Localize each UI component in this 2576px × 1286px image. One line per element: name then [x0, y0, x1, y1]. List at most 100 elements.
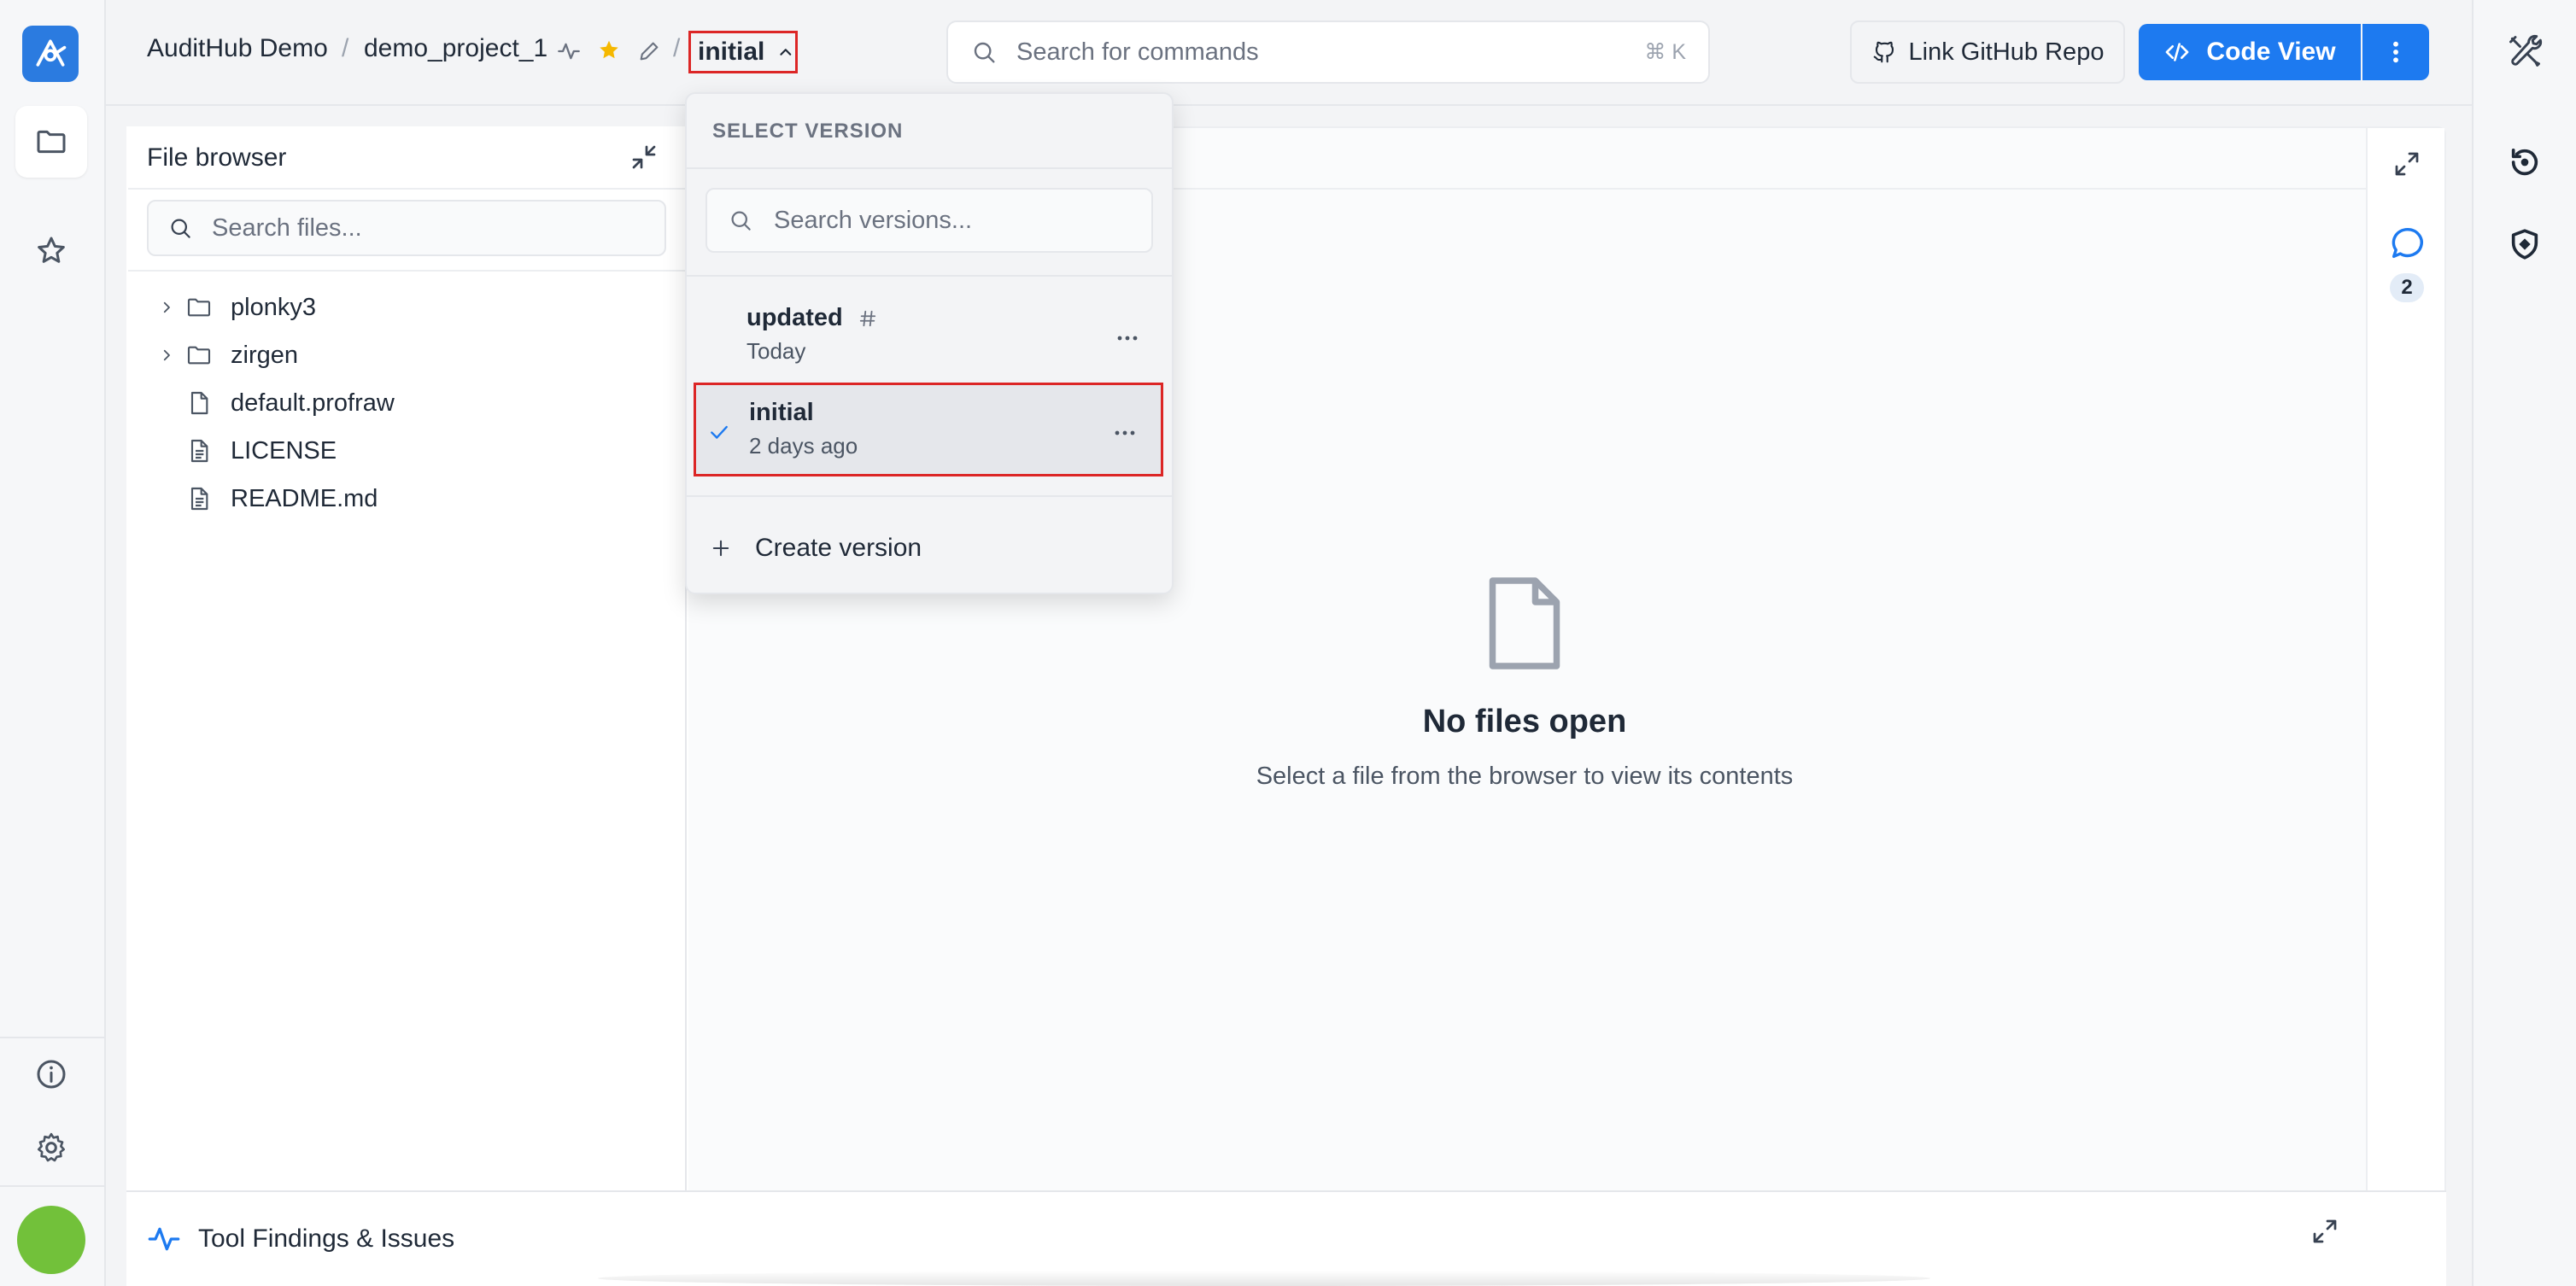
tree-item-plonky3[interactable]: plonky3	[154, 287, 316, 328]
chevron-up-icon	[780, 49, 792, 56]
version-selector-button[interactable]: initial	[688, 31, 798, 73]
divider	[128, 270, 687, 272]
file-icon	[179, 389, 219, 417]
version-item-updated[interactable]: updated Today	[694, 290, 1163, 384]
code-view-button[interactable]: Code View	[2139, 24, 2361, 80]
divider	[128, 188, 687, 190]
rail-files-button[interactable]	[15, 106, 87, 178]
history-button[interactable]	[2491, 128, 2559, 196]
star-outline-icon	[38, 237, 65, 263]
comment-icon	[2392, 227, 2423, 259]
version-date: Today	[746, 338, 806, 364]
collapse-panel-button[interactable]	[629, 142, 659, 172]
version-name: updated	[746, 304, 843, 331]
link-github-label: Link GitHub Repo	[1908, 38, 2105, 66]
empty-state-subtitle: Select a file from the browser to view i…	[1256, 763, 1794, 790]
tree-item-label: default.profraw	[231, 389, 395, 417]
more-horizontal-icon	[1115, 430, 1135, 435]
shield-icon	[2511, 229, 2538, 260]
collapse-icon	[632, 145, 656, 169]
command-search-placeholder: Search for commands	[1016, 38, 1259, 66]
search-icon	[731, 211, 751, 231]
tools-icon	[2509, 34, 2543, 67]
version-name: initial	[749, 399, 814, 426]
version-dropdown-header: SELECT VERSION	[712, 120, 904, 143]
code-icon	[2166, 43, 2189, 61]
more-horizontal-icon	[1117, 336, 1138, 341]
rail-favorites-button[interactable]	[15, 215, 87, 287]
empty-file-icon	[1489, 577, 1560, 669]
favorite-star-icon[interactable]	[596, 38, 622, 63]
tree-item-default-profraw[interactable]: default.profraw	[154, 383, 395, 424]
create-version-label: Create version	[755, 534, 922, 562]
version-more-button[interactable]	[1110, 321, 1145, 355]
empty-state: No files open Select a file from the bro…	[1162, 572, 1888, 791]
version-more-button[interactable]	[1108, 416, 1142, 450]
rail-divider	[0, 1185, 106, 1187]
search-icon	[171, 219, 190, 238]
info-icon	[37, 1060, 66, 1089]
comments-button[interactable]	[2388, 224, 2427, 263]
tree-item-label: plonky3	[231, 293, 316, 321]
version-item-initial[interactable]: initial 2 days ago	[694, 383, 1163, 476]
command-shortcut-hint: ⌘ K	[1644, 40, 1686, 64]
file-search-placeholder: Search files...	[212, 213, 362, 242]
divider	[687, 495, 1172, 497]
divider	[687, 275, 1172, 277]
expand-icon	[2395, 152, 2419, 176]
chevron-right-icon[interactable]	[154, 300, 179, 315]
bottom-shadow	[598, 1271, 1930, 1286]
tree-item-readme[interactable]: README.md	[154, 478, 378, 519]
expand-icon	[2313, 1219, 2337, 1243]
tree-item-label: zirgen	[231, 341, 298, 369]
version-date: 2 days ago	[749, 433, 858, 459]
hash-icon	[859, 310, 875, 326]
version-search-input[interactable]: Search versions...	[705, 188, 1153, 253]
security-button[interactable]	[2491, 210, 2559, 278]
code-view-label: Code View	[2206, 38, 2336, 66]
user-avatar[interactable]	[17, 1206, 85, 1274]
edit-pencil-icon[interactable]	[637, 39, 661, 63]
kebab-menu-icon	[2393, 41, 2398, 63]
current-version-label: initial	[698, 38, 765, 66]
breadcrumb-separator: /	[342, 34, 349, 62]
text-file-icon	[179, 437, 219, 465]
empty-state-title: No files open	[1422, 704, 1627, 739]
tool-findings-label: Tool Findings & Issues	[198, 1225, 455, 1253]
create-version-button[interactable]: Create version	[709, 523, 922, 574]
history-icon	[2511, 149, 2538, 176]
text-file-icon	[179, 485, 219, 512]
folder-icon	[179, 342, 219, 369]
link-github-button[interactable]: Link GitHub Repo	[1850, 20, 2125, 84]
check-icon	[708, 421, 730, 443]
tree-item-label: README.md	[231, 484, 378, 512]
folder-icon	[179, 294, 219, 321]
file-search-input[interactable]: Search files...	[147, 200, 666, 256]
version-search-placeholder: Search versions...	[774, 206, 973, 234]
tools-button[interactable]	[2491, 17, 2559, 85]
logo-icon	[36, 39, 67, 67]
tree-item-license[interactable]: LICENSE	[154, 430, 337, 471]
breadcrumb-org[interactable]: AuditHub Demo	[147, 34, 328, 63]
command-search-input[interactable]: Search for commands ⌘ K	[946, 20, 1710, 84]
plus-icon	[712, 540, 729, 557]
tree-item-zirgen[interactable]: zirgen	[154, 335, 298, 376]
expand-findings-button[interactable]	[2310, 1216, 2340, 1247]
breadcrumb-project[interactable]: demo_project_1	[364, 34, 547, 63]
divider	[687, 167, 1172, 169]
activity-icon	[148, 1227, 180, 1251]
rail-settings-button[interactable]	[15, 1112, 87, 1184]
search-icon	[974, 42, 995, 63]
folder-icon	[37, 130, 66, 154]
file-browser-title: File browser	[147, 143, 287, 172]
app-logo[interactable]	[22, 26, 79, 82]
rail-info-button[interactable]	[15, 1038, 87, 1110]
code-view-more-button[interactable]	[2362, 24, 2429, 80]
comment-count-badge: 2	[2390, 273, 2424, 302]
github-icon	[1873, 41, 1894, 63]
expand-editor-button[interactable]	[2392, 149, 2422, 179]
breadcrumb-separator: /	[673, 34, 681, 62]
tree-item-label: LICENSE	[231, 436, 337, 465]
activity-icon[interactable]	[557, 39, 581, 63]
chevron-right-icon[interactable]	[154, 348, 179, 363]
